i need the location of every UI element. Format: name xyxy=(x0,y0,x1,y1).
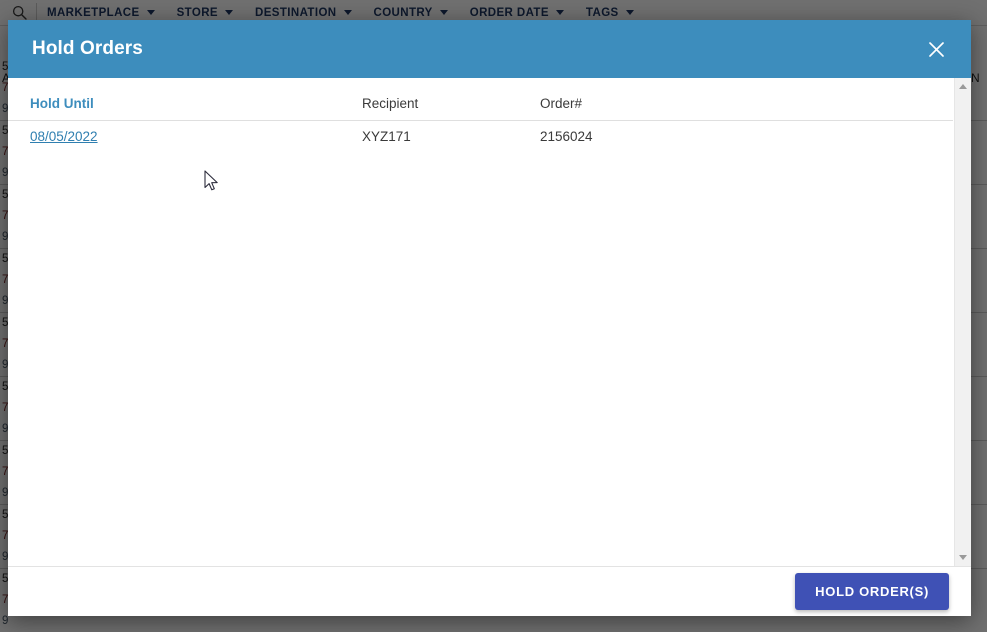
table-row: 08/05/2022 XYZ171 2156024 xyxy=(8,121,953,146)
table-head: Hold Until Recipient Order# xyxy=(8,96,953,121)
hold-orders-table-container: Hold Until Recipient Order# 08/05/2022 X… xyxy=(8,78,953,566)
hold-orders-button[interactable]: HOLD ORDER(S) xyxy=(795,573,949,610)
cell-recipient: XYZ171 xyxy=(362,129,411,144)
scroll-up-arrow-icon[interactable] xyxy=(955,78,971,95)
table-body: 08/05/2022 XYZ171 2156024 xyxy=(8,121,953,146)
modal-footer: HOLD ORDER(S) xyxy=(8,566,971,616)
column-header-hold-until[interactable]: Hold Until xyxy=(8,96,362,121)
modal-title: Hold Orders xyxy=(32,38,143,59)
hold-orders-table: Hold Until Recipient Order# 08/05/2022 X… xyxy=(8,96,953,145)
cell-hold-until: 08/05/2022 xyxy=(8,121,362,146)
close-icon[interactable] xyxy=(921,34,951,64)
column-header-recipient: Recipient xyxy=(362,96,540,121)
column-header-action xyxy=(810,96,953,121)
modal-header: Hold Orders xyxy=(8,20,971,78)
scroll-down-arrow-icon[interactable] xyxy=(955,549,971,566)
column-header-order-number: Order# xyxy=(540,96,810,121)
modal-body: Hold Until Recipient Order# 08/05/2022 X… xyxy=(8,78,971,566)
hold-until-date-link[interactable]: 08/05/2022 xyxy=(30,129,98,144)
cell-action xyxy=(810,121,953,146)
cell-order-number: 2156024 xyxy=(540,129,593,144)
modal-scrollbar[interactable] xyxy=(954,78,971,566)
table-header-row: Hold Until Recipient Order# xyxy=(8,96,953,121)
hold-orders-modal: Hold Orders Hold Until Recipient Order# xyxy=(8,20,971,616)
